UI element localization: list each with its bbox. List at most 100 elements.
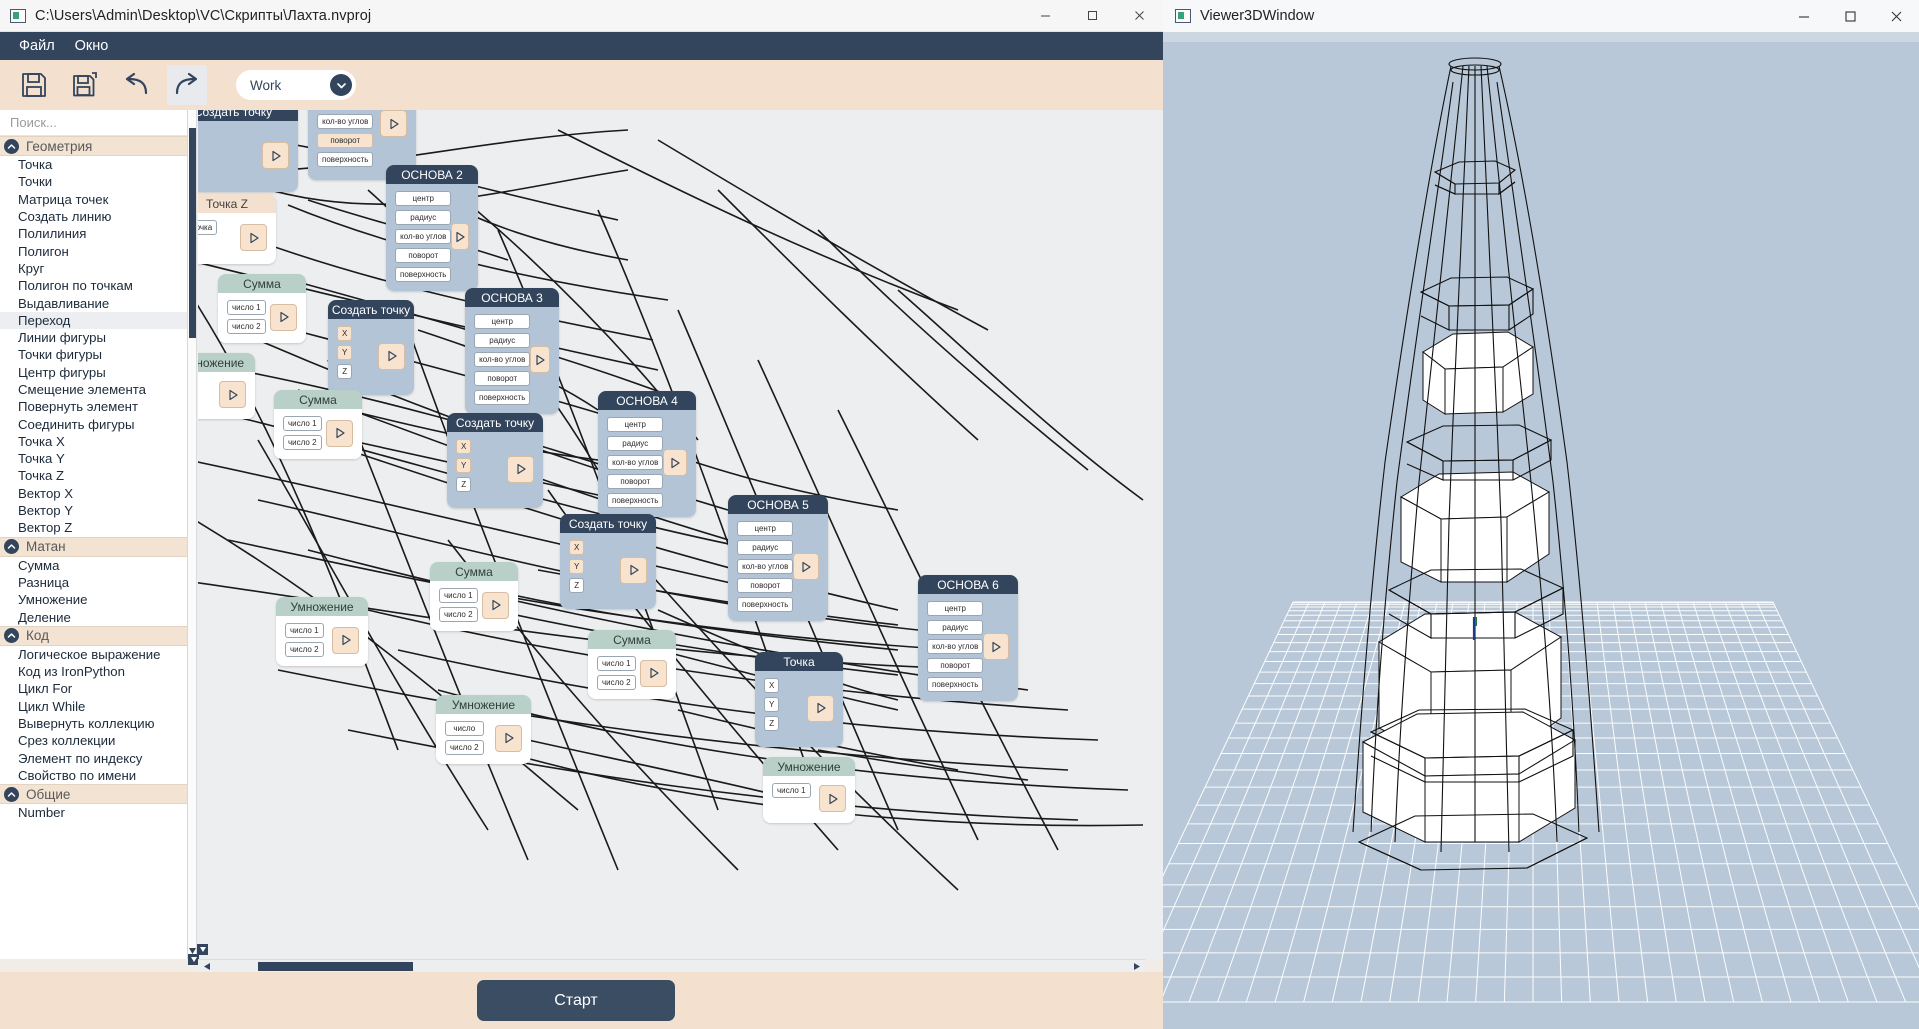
- graph-node-port[interactable]: X: [337, 326, 353, 341]
- sidebar-item-точка-y[interactable]: Точка Y: [0, 450, 187, 467]
- sidebar-scroll-thumb[interactable]: [189, 128, 196, 338]
- sidebar-scrollbar[interactable]: [188, 110, 197, 959]
- sidebar-item-точка-x[interactable]: Точка X: [0, 433, 187, 450]
- node-run-button[interactable]: [270, 303, 297, 331]
- graph-node-port[interactable]: поворот: [607, 474, 664, 489]
- graph-node-port[interactable]: поворот: [927, 658, 984, 673]
- sidebar-item-точки-фигуры[interactable]: Точки фигуры: [0, 346, 187, 363]
- graph-node[interactable]: ОСНОВА 5 центр радиус кол-во углов поворот по…: [728, 495, 828, 621]
- node-run-button[interactable]: [663, 449, 687, 476]
- sidebar-item-сумма[interactable]: Сумма: [0, 557, 187, 574]
- node-run-button[interactable]: [495, 724, 522, 752]
- graph-node-port[interactable]: Y: [456, 458, 472, 473]
- graph-node-port[interactable]: радиус: [737, 540, 794, 555]
- graph-node-port[interactable]: центр: [395, 191, 452, 206]
- graph-node[interactable]: Сумма число 1 число 2: [430, 562, 518, 631]
- sidebar-item-вектор-y[interactable]: Вектор Y: [0, 502, 187, 519]
- graph-node-port[interactable]: радиус: [927, 620, 984, 635]
- chevron-up-icon[interactable]: [4, 786, 19, 802]
- sidebar-item-цикл-while[interactable]: Цикл While: [0, 698, 187, 715]
- graph-node-port[interactable]: Z: [569, 578, 585, 593]
- node-run-button[interactable]: [793, 553, 819, 580]
- graph-node-port[interactable]: кол-во углов: [607, 455, 664, 470]
- sidebar-category-header[interactable]: Код: [0, 625, 187, 646]
- graph-node-port[interactable]: X: [456, 439, 472, 454]
- graph-node-port[interactable]: центр: [474, 314, 531, 329]
- graph-node-port[interactable]: центр: [737, 521, 794, 536]
- graph-node-port[interactable]: Y: [569, 559, 585, 574]
- sidebar-item-выдавливание[interactable]: Выдавливание: [0, 294, 187, 311]
- viewer-close-icon[interactable]: [1873, 0, 1919, 32]
- chevron-up-icon[interactable]: [4, 628, 19, 644]
- sidebar-item-вывернуть-коллекцию[interactable]: Вывернуть коллекцию: [0, 715, 187, 732]
- graph-node-port[interactable]: число 2: [285, 642, 324, 657]
- scroll-up-icon[interactable]: [188, 113, 197, 124]
- node-run-button[interactable]: [240, 224, 267, 251]
- sidebar-item-точка-z[interactable]: Точка Z: [0, 467, 187, 484]
- graph-node-port[interactable]: число 2: [445, 740, 484, 755]
- graph-node-port[interactable]: число 1: [227, 300, 266, 315]
- sidebar-category-header[interactable]: Общие: [0, 784, 187, 805]
- graph-node-port[interactable]: поверхность: [737, 597, 794, 612]
- sidebar-item-матрица-точек[interactable]: Матрица точек: [0, 191, 187, 208]
- sidebar-item-деление[interactable]: Деление: [0, 608, 187, 625]
- workspace-select[interactable]: Work: [236, 70, 356, 100]
- undo-button[interactable]: [116, 65, 156, 105]
- save-button[interactable]: [14, 65, 54, 105]
- sidebar-item-вектор-x[interactable]: Вектор X: [0, 485, 187, 502]
- scroll-right-icon[interactable]: [1131, 961, 1142, 972]
- node-run-button[interactable]: [332, 626, 359, 654]
- viewer-3d-viewport[interactable]: [1163, 42, 1919, 1029]
- node-run-button[interactable]: [219, 381, 246, 408]
- chevron-up-icon[interactable]: [4, 539, 19, 555]
- graph-node-port[interactable]: поворот: [474, 371, 531, 386]
- sidebar-item-смещение-элемента[interactable]: Смещение элемента: [0, 381, 187, 398]
- graph-node[interactable]: Сумма число 1 число 2: [588, 630, 676, 699]
- node-run-button[interactable]: [640, 659, 667, 687]
- node-run-button[interactable]: [378, 342, 405, 370]
- graph-node-port[interactable]: Y: [764, 697, 780, 712]
- sidebar-item-переход[interactable]: Переход: [0, 311, 187, 329]
- graph-node-port[interactable]: поверхность: [395, 267, 452, 282]
- graph-node-port[interactable]: радиус: [395, 210, 452, 225]
- sidebar-item-вектор-z[interactable]: Вектор Z: [0, 519, 187, 536]
- node-run-button[interactable]: [530, 346, 550, 373]
- node-run-button[interactable]: [807, 694, 834, 722]
- graph-node-port[interactable]: кол-во углов: [927, 639, 984, 654]
- graph-node-port[interactable]: число: [445, 721, 484, 736]
- sidebar-item-полигон-по-точкам[interactable]: Полигон по точкам: [0, 277, 187, 294]
- chevron-up-icon[interactable]: [4, 138, 19, 154]
- graph-node-port[interactable]: кол-во углов: [474, 352, 531, 367]
- graph-node-port[interactable]: число 1: [439, 588, 478, 603]
- sidebar-item-код-из-ironpython[interactable]: Код из IronPython: [0, 663, 187, 680]
- graph-node-port[interactable]: Y: [337, 345, 353, 360]
- graph-node-port[interactable]: Z: [764, 716, 780, 731]
- graph-node-port[interactable]: число 2: [439, 607, 478, 622]
- graph-node-port[interactable]: Z: [456, 477, 472, 492]
- graph-node-port[interactable]: поверхность: [927, 677, 984, 692]
- graph-node[interactable]: Сумма число 1 число 2: [274, 390, 362, 459]
- node-run-button[interactable]: [620, 556, 647, 584]
- maximize-icon[interactable]: [1069, 0, 1116, 32]
- node-graph-canvas[interactable]: Создать точкуОСНОВА 1центррадиускол-во у…: [198, 110, 1163, 959]
- node-run-button[interactable]: [262, 142, 289, 169]
- node-run-button[interactable]: [482, 591, 509, 619]
- graph-node-port[interactable]: число 1: [597, 656, 636, 671]
- graph-node-port[interactable]: Z: [337, 364, 353, 379]
- sidebar-item-линии-фигуры[interactable]: Линии фигуры: [0, 329, 187, 346]
- sidebar-item-свойство-по-имени[interactable]: Свойство по имени: [0, 767, 187, 784]
- graph-node[interactable]: Точка X Y Z: [755, 652, 843, 747]
- graph-node-port[interactable]: число 1: [283, 416, 322, 431]
- search-input[interactable]: [10, 115, 186, 130]
- minimize-icon[interactable]: [1022, 0, 1069, 32]
- sidebar-item-круг[interactable]: Круг: [0, 260, 187, 277]
- graph-node[interactable]: ОСНОВА 6 центр радиус кол-во углов поворот по…: [918, 575, 1018, 701]
- graph-node[interactable]: Создать точку X Y Z: [447, 413, 543, 508]
- graph-node-port[interactable]: число 1: [285, 623, 324, 638]
- sidebar-item-срез-коллекции[interactable]: Срез коллекции: [0, 732, 187, 749]
- graph-node[interactable]: ОСНОВА 4 центр радиус кол-во углов поворот по…: [598, 391, 696, 517]
- menu-item-window[interactable]: Окно: [65, 35, 119, 57]
- viewer-minimize-icon[interactable]: [1781, 0, 1827, 32]
- node-run-button[interactable]: [819, 785, 846, 812]
- graph-node[interactable]: Умножение: [198, 353, 255, 419]
